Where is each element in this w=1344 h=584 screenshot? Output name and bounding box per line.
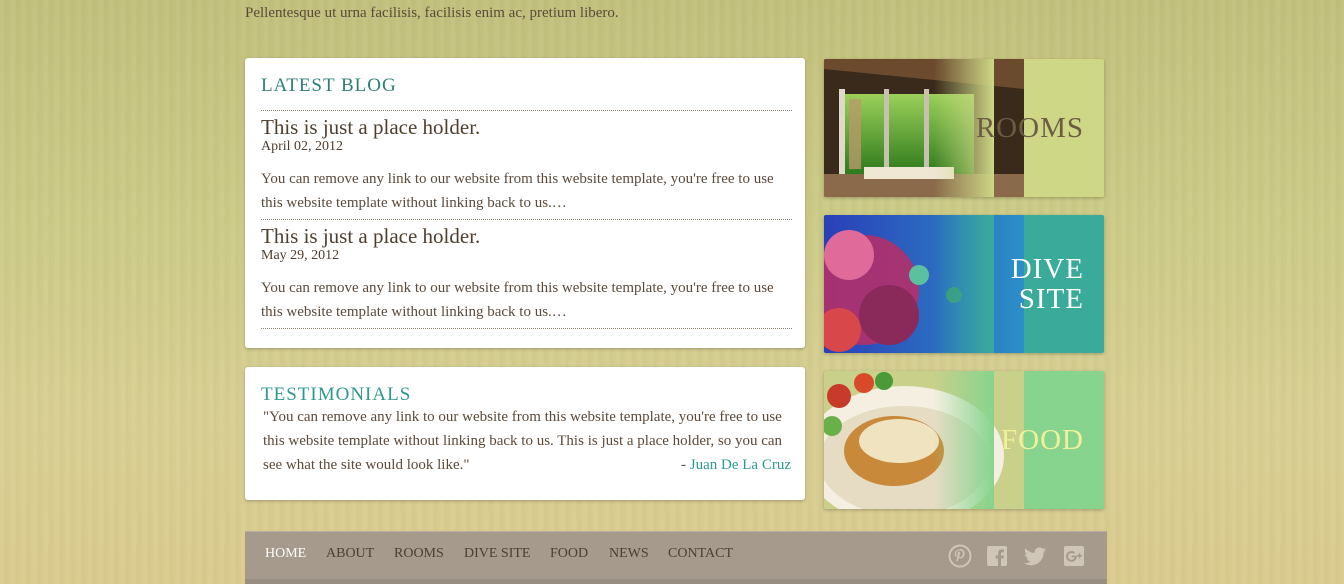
nav-home[interactable]: HOME — [265, 546, 306, 562]
footer-edge — [245, 579, 1107, 584]
dive-site-label: DIVE SITE — [1011, 254, 1084, 314]
rooms-label: ROOMS — [975, 112, 1084, 144]
facebook-icon[interactable] — [985, 544, 1009, 568]
dive-label-line1: DIVE — [1010, 253, 1084, 285]
main-navigation: HOME ABOUT ROOMS DIVE SITE FOOD NEWS CON… — [245, 531, 1107, 580]
twitter-icon[interactable] — [1023, 544, 1047, 568]
nav-rooms[interactable]: ROOMS — [394, 546, 444, 562]
nav-news[interactable]: NEWS — [609, 546, 649, 562]
nav-about[interactable]: ABOUT — [326, 546, 374, 562]
post-title[interactable]: This is just a place holder. — [261, 115, 792, 139]
rooms-tile[interactable]: ROOMS — [824, 59, 1104, 197]
nav-dive-site[interactable]: DIVE SITE — [464, 546, 531, 562]
post-date: April 02, 2012 — [261, 139, 344, 154]
post-title[interactable]: This is just a place holder. — [261, 224, 792, 248]
blog-post: This is just a place holder. May 29, 201… — [261, 224, 792, 324]
post-excerpt: You can remove any link to our website f… — [261, 280, 774, 320]
author-prefix: - — [681, 457, 690, 473]
testimonials-panel: TESTIMONIALS "You can remove any link to… — [245, 367, 805, 500]
dive-label-line2: SITE — [1018, 283, 1084, 315]
post-excerpt: You can remove any link to our website f… — [261, 171, 774, 211]
divider — [261, 219, 792, 220]
divider — [261, 110, 792, 111]
latest-blog-panel: LATEST BLOG This is just a place holder.… — [245, 58, 805, 348]
food-photo — [824, 371, 1024, 509]
dive-site-tile[interactable]: DIVE SITE — [824, 215, 1104, 353]
dive-photo — [824, 215, 1024, 353]
latest-blog-heading: LATEST BLOG — [261, 75, 397, 96]
food-label: FOOD — [1001, 424, 1084, 456]
blog-post: This is just a place holder. April 02, 2… — [261, 115, 792, 215]
food-tile[interactable]: FOOD — [824, 371, 1104, 509]
nav-contact[interactable]: CONTACT — [668, 546, 733, 562]
author-link[interactable]: Juan De La Cruz — [690, 457, 791, 473]
post-date: May 29, 2012 — [261, 248, 340, 263]
testimonials-heading: TESTIMONIALS — [261, 384, 412, 405]
google-plus-icon[interactable] — [1062, 544, 1086, 568]
nav-food[interactable]: FOOD — [550, 546, 588, 562]
tile-fade — [934, 215, 994, 353]
site-tagline: Pellentesque ut urna facilisis, facilisi… — [245, 5, 619, 21]
tile-fade — [934, 371, 994, 509]
pinterest-icon[interactable] — [948, 544, 972, 568]
testimonial-author: - Juan De La Cruz — [681, 453, 791, 477]
divider — [261, 328, 792, 329]
